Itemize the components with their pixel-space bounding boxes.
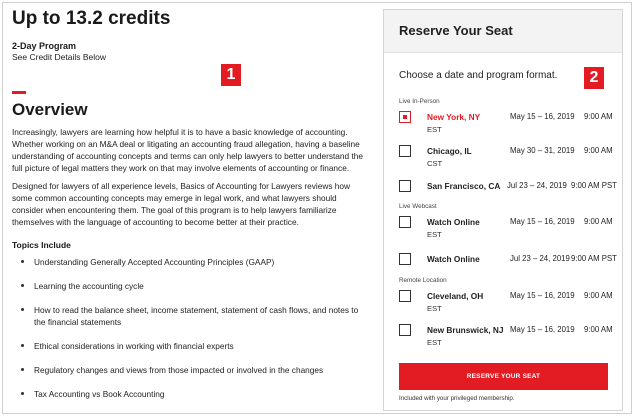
session-time: 9:00 AM PST xyxy=(571,181,617,190)
session-checkbox[interactable] xyxy=(399,216,411,228)
membership-note: Included with your privileged membership… xyxy=(399,395,515,402)
credits-heading: Up to 13.2 credits xyxy=(12,8,171,29)
session-time: 9:00 AM xyxy=(584,146,613,155)
session-dates: May 30 – 31, 2019 xyxy=(510,146,575,155)
session-time: 9:00 AM xyxy=(584,291,613,300)
session-dates: Jul 23 – 24, 2019 xyxy=(507,181,567,190)
session-time: 9:00 AM xyxy=(584,325,613,334)
overview-paragraph-2: Designed for lawyers of all experience l… xyxy=(12,181,351,227)
topics-list: Understanding Generally Accepted Account… xyxy=(12,256,364,400)
session-dates: May 15 – 16, 2019 xyxy=(510,325,575,334)
session-time: 9:00 AM PST xyxy=(571,254,617,263)
accent-divider xyxy=(12,91,26,94)
session-checkbox[interactable] xyxy=(399,253,411,265)
group-label-in-person: Live In-Person xyxy=(399,98,440,105)
session-timezone: EST xyxy=(427,125,442,134)
overview-paragraph-1: Increasingly, lawyers are learning how h… xyxy=(12,127,363,173)
topic-item: Learning the accounting cycle xyxy=(12,280,364,292)
session-timezone: EST xyxy=(427,230,442,239)
session-option[interactable]: New York, NY EST May 15 – 16, 2019 9:00 … xyxy=(399,110,617,134)
session-timezone: CST xyxy=(427,159,443,168)
session-checkbox[interactable] xyxy=(399,290,411,302)
session-location: New York, NY xyxy=(427,112,481,122)
choose-format-prompt: Choose a date and program format. xyxy=(399,70,558,81)
session-location: Watch Online xyxy=(427,254,480,264)
session-dates: May 15 – 16, 2019 xyxy=(510,112,575,121)
topic-item: Regulatory changes and views from those … xyxy=(12,364,364,376)
session-option[interactable]: Chicago, IL CST May 30 – 31, 2019 9:00 A… xyxy=(399,144,617,168)
session-checkbox[interactable] xyxy=(399,145,411,157)
session-checkbox[interactable] xyxy=(399,180,411,192)
session-option[interactable]: San Francisco, CA Jul 23 – 24, 2019 9:00… xyxy=(399,179,617,203)
topic-item: Understanding Generally Accepted Account… xyxy=(12,256,364,268)
group-label-remote: Remote Location xyxy=(399,277,447,284)
session-location: Cleveland, OH xyxy=(427,291,484,301)
panel-title: Reserve Your Seat xyxy=(384,10,622,53)
session-dates: Jul 23 – 24, 2019 xyxy=(510,254,570,263)
session-timezone: EST xyxy=(427,338,442,347)
session-location: San Francisco, CA xyxy=(427,181,501,191)
overview-heading: Overview xyxy=(12,100,88,119)
session-option[interactable]: Cleveland, OH EST May 15 – 16, 2019 9:00… xyxy=(399,289,617,313)
session-time: 9:00 AM xyxy=(584,217,613,226)
topic-item: How to read the balance sheet, income st… xyxy=(12,304,364,328)
session-checkbox[interactable] xyxy=(399,324,411,336)
session-location: New Brunswick, NJ xyxy=(427,325,504,335)
session-option[interactable]: New Brunswick, NJ EST May 15 – 16, 2019 … xyxy=(399,323,617,347)
group-label-webcast: Live Webcast xyxy=(399,203,437,210)
program-description: Up to 13.2 credits 2-Day Program See Cre… xyxy=(12,8,364,412)
topic-item: Ethical considerations in working with f… xyxy=(12,340,364,352)
program-type: 2-Day Program xyxy=(12,41,77,51)
session-dates: May 15 – 16, 2019 xyxy=(510,291,575,300)
session-checkbox[interactable] xyxy=(399,111,411,123)
session-location: Chicago, IL xyxy=(427,146,472,156)
topic-item: Tax Accounting vs Book Accounting xyxy=(12,388,364,400)
session-time: 9:00 AM xyxy=(584,112,613,121)
session-option[interactable]: Watch Online EST May 15 – 16, 2019 9:00 … xyxy=(399,215,617,239)
session-option[interactable]: Watch Online Jul 23 – 24, 2019 9:00 AM P… xyxy=(399,252,617,276)
session-location: Watch Online xyxy=(427,217,480,227)
session-timezone: EST xyxy=(427,304,442,313)
credit-details-link[interactable]: See Credit Details Below xyxy=(12,52,364,63)
annotation-badge-1: 1 xyxy=(221,64,241,86)
reserve-seat-button[interactable]: RESERVE YOUR SEAT xyxy=(399,363,608,390)
annotation-badge-2: 2 xyxy=(584,67,604,89)
session-dates: May 15 – 16, 2019 xyxy=(510,217,575,226)
topics-heading: Topics Include xyxy=(12,240,71,250)
